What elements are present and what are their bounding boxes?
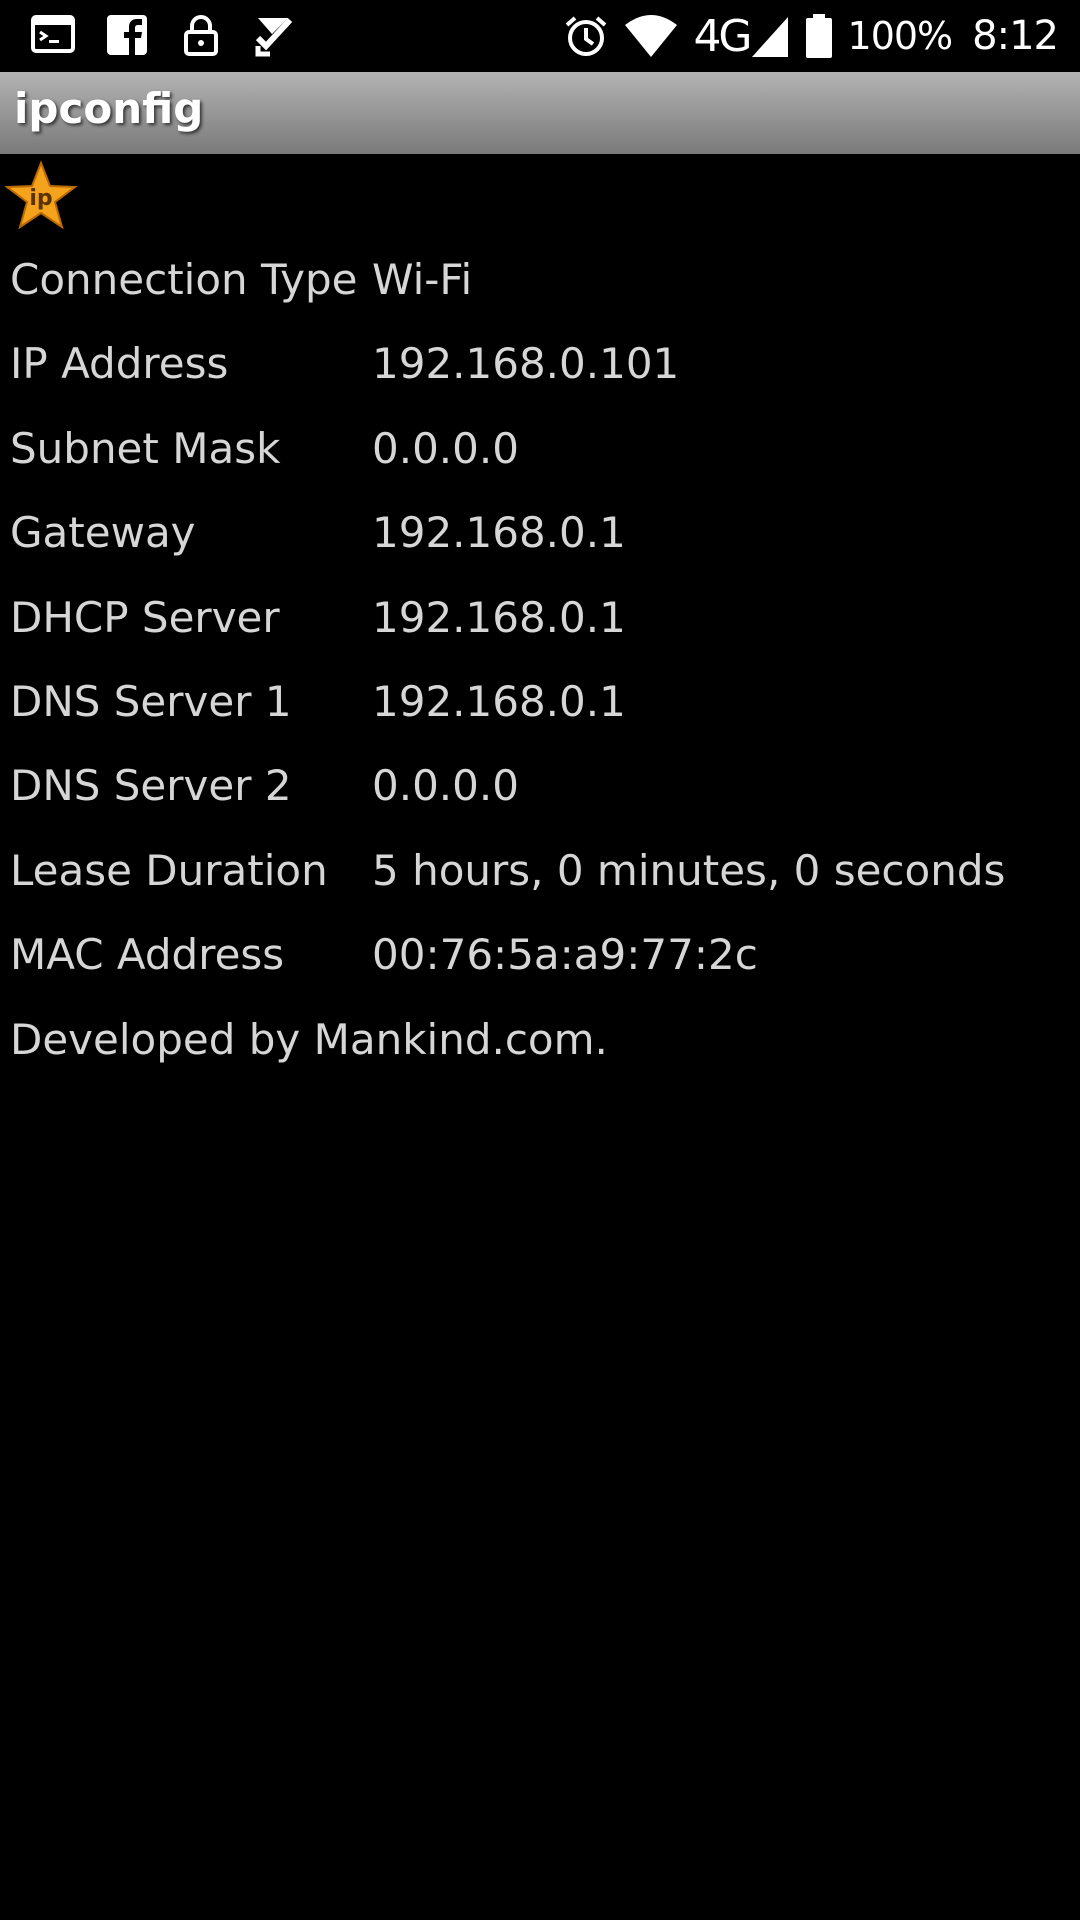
dhcp-server-value: 192.168.0.1 xyxy=(372,592,626,642)
subnet-mask-value: 0.0.0.0 xyxy=(372,423,519,473)
facebook-icon xyxy=(104,12,150,58)
battery-percent: 100% xyxy=(847,14,954,58)
info-row-connection-type: Connection Type Wi-Fi xyxy=(10,248,1070,332)
info-row-dns-server-1: DNS Server 1 192.168.0.1 xyxy=(10,670,1070,754)
lease-duration-label: Lease Duration xyxy=(10,845,328,895)
alarm-icon xyxy=(563,13,609,59)
connection-type-value: Wi-Fi xyxy=(372,255,473,304)
clock-time: 8:12 xyxy=(972,13,1059,59)
gateway-value: 192.168.0.1 xyxy=(372,508,626,558)
connection-type-label: Connection Type xyxy=(10,255,358,304)
footer-row: Developed by Mankind.com. xyxy=(10,1008,1070,1092)
info-row-lease-duration: Lease Duration 5 hours, 0 minutes, 0 sec… xyxy=(10,839,1070,923)
status-bar: 4G 100% 8:12 xyxy=(0,0,1080,72)
mac-address-label: MAC Address xyxy=(10,930,285,980)
lease-duration-value: 5 hours, 0 minutes, 0 seconds xyxy=(372,845,1006,895)
info-row-mac-address: MAC Address 00:76:5a:a9:77:2c xyxy=(10,923,1070,1007)
system-status: 4G 100% 8:12 xyxy=(563,10,1059,62)
wifi-icon xyxy=(623,13,679,59)
app-title-bar: ipconfig xyxy=(0,72,1080,154)
mac-address-value: 00:76:5a:a9:77:2c xyxy=(372,930,758,980)
app-logo-text: ip xyxy=(29,186,52,211)
info-row-dns-server-2: DNS Server 2 0.0.0.0 xyxy=(10,754,1070,838)
dhcp-server-label: DHCP Server xyxy=(10,592,280,642)
lock-icon xyxy=(178,12,224,58)
terminal-icon xyxy=(30,12,76,58)
ip-address-label: IP Address xyxy=(10,339,229,389)
network-info-list: Connection Type Wi-Fi IP Address 192.168… xyxy=(10,248,1070,1092)
dns-server-2-value: 0.0.0.0 xyxy=(372,761,519,811)
cellular-signal-icon xyxy=(750,13,790,59)
dns-server-2-label: DNS Server 2 xyxy=(10,761,292,811)
ip-address-value: 192.168.0.101 xyxy=(372,339,680,389)
dns-server-1-value: 192.168.0.1 xyxy=(372,676,626,726)
developer-credit: Developed by Mankind.com. xyxy=(10,1014,608,1064)
app-title: ipconfig xyxy=(14,84,204,133)
info-row-ip-address: IP Address 192.168.0.101 xyxy=(10,332,1070,416)
checklist-icon xyxy=(252,12,298,58)
gateway-label: Gateway xyxy=(10,508,196,558)
info-row-gateway: Gateway 192.168.0.1 xyxy=(10,501,1070,585)
battery-icon xyxy=(804,13,834,59)
info-row-subnet-mask: Subnet Mask 0.0.0.0 xyxy=(10,417,1070,501)
app-logo-star-icon: ip xyxy=(4,160,78,232)
dns-server-1-label: DNS Server 1 xyxy=(10,676,292,726)
network-type-label: 4G xyxy=(693,10,752,62)
info-row-dhcp-server: DHCP Server 192.168.0.1 xyxy=(10,586,1070,670)
subnet-mask-label: Subnet Mask xyxy=(10,423,281,473)
notification-icons xyxy=(30,12,298,58)
